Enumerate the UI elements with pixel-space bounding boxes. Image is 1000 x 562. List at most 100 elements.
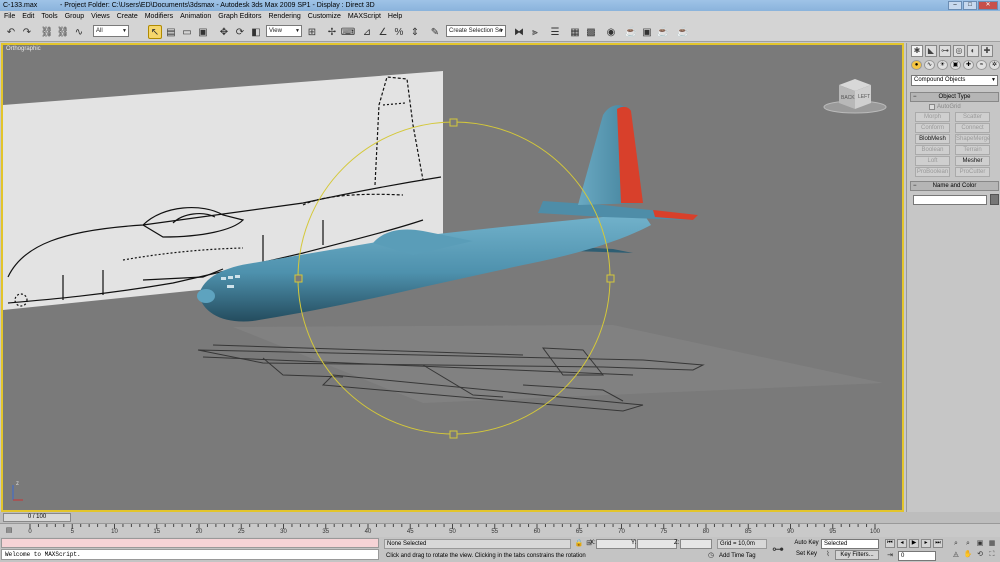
menu-group[interactable]: Group <box>65 11 84 22</box>
viewport-label[interactable]: Orthographic <box>6 46 41 52</box>
autogrid-checkbox[interactable]: AutoGrid <box>929 104 961 110</box>
menu-tools[interactable]: Tools <box>41 11 57 22</box>
bind-to-space-warp-icon[interactable]: ∿ <box>72 25 86 39</box>
modify-tab-icon[interactable]: ◣ <box>925 45 937 57</box>
object-color-swatch[interactable] <box>990 194 999 205</box>
terrain-button[interactable]: Terrain <box>955 145 990 155</box>
menu-edit[interactable]: Edit <box>22 11 34 22</box>
render-setup-icon[interactable]: ☕ <box>624 25 638 39</box>
procutter-button[interactable]: ProCutter <box>955 167 990 177</box>
scatter-button[interactable]: Scatter <box>955 112 990 122</box>
redo-icon[interactable]: ↷ <box>20 25 34 39</box>
edit-named-selection-icon[interactable]: ✎ <box>428 25 442 39</box>
conform-button[interactable]: Conform <box>915 123 950 133</box>
z-coordinate-input[interactable] <box>680 539 712 549</box>
geometry-icon[interactable]: ● <box>911 60 922 70</box>
reference-coordinate-dropdown[interactable]: View ▼ <box>266 25 302 37</box>
play-animation-icon[interactable]: ▶ <box>909 539 919 548</box>
set-keys-icon[interactable]: ⊶ <box>772 542 784 556</box>
select-and-manipulate-icon[interactable]: ✢ <box>325 25 339 39</box>
maximize-button[interactable]: □ <box>963 1 977 10</box>
y-coordinate-input[interactable] <box>637 539 677 549</box>
unlink-icon[interactable]: ⛓ <box>56 25 70 39</box>
maximize-viewport-icon[interactable]: ⛶ <box>987 550 997 559</box>
select-and-scale-icon[interactable]: ◧ <box>249 25 263 39</box>
align-icon[interactable]: ⫸ <box>528 25 542 39</box>
field-of-view-icon[interactable]: ◬ <box>951 550 961 559</box>
menu-animation[interactable]: Animation <box>180 11 211 22</box>
current-frame-input[interactable]: 0 <box>898 551 936 561</box>
hierarchy-tab-icon[interactable]: ⊶ <box>939 45 951 57</box>
set-key-button[interactable]: Set Key <box>793 550 820 560</box>
selection-filter-dropdown[interactable]: All ▼ <box>93 25 129 37</box>
x-coordinate-input[interactable] <box>596 539 636 549</box>
quick-render-icon[interactable]: ☕ <box>656 25 670 39</box>
systems-icon[interactable]: ✲ <box>989 60 1000 70</box>
percent-snap-icon[interactable]: % <box>392 25 406 39</box>
previous-frame-icon[interactable]: ◂ <box>897 539 907 548</box>
select-by-name-icon[interactable]: ▤ <box>164 25 178 39</box>
object-category-dropdown[interactable]: Compound Objects ▼ <box>911 75 998 86</box>
mesher-button[interactable]: Mesher <box>955 156 990 166</box>
motion-tab-icon[interactable]: ◎ <box>953 45 965 57</box>
object-name-input[interactable] <box>913 195 987 205</box>
space-warps-icon[interactable]: ≈ <box>976 60 987 70</box>
menu-maxscript[interactable]: MAXScript <box>348 11 381 22</box>
menu-views[interactable]: Views <box>91 11 110 22</box>
trackbar[interactable]: ▤ 0 5 10 15 20 25 30 35 40 45 50 55 60 65 70 75 80 85 90 95… <box>0 523 1000 537</box>
helpers-icon[interactable]: ✚ <box>963 60 974 70</box>
key-filters-button[interactable]: Key Filters... <box>835 550 879 560</box>
curve-editor-icon[interactable]: ▦ <box>568 25 582 39</box>
menu-graph-editors[interactable]: Graph Editors <box>218 11 261 22</box>
spinner-snap-icon[interactable]: ⇕ <box>408 25 422 39</box>
lock-selection-icon[interactable]: 🔒 <box>574 539 584 548</box>
lights-icon[interactable]: ☀ <box>937 60 948 70</box>
shapemerge-button[interactable]: ShapeMerge <box>955 134 990 144</box>
viewport-orthographic[interactable]: Orthographic z BACK LEFT <box>1 43 904 512</box>
rendered-frame-window-icon[interactable]: ▣ <box>640 25 654 39</box>
cameras-icon[interactable]: ▣ <box>950 60 961 70</box>
connect-button[interactable]: Connect <box>955 123 990 133</box>
shapes-icon[interactable]: ∿ <box>924 60 935 70</box>
object-type-rollout[interactable]: − Object Type <box>910 92 999 102</box>
schematic-view-icon[interactable]: ▩ <box>584 25 598 39</box>
menu-help[interactable]: Help <box>388 11 402 22</box>
menu-create[interactable]: Create <box>117 11 138 22</box>
named-selection-sets-dropdown[interactable]: Create Selection Se ▼ <box>446 25 506 37</box>
go-to-end-icon[interactable]: ⏭ <box>933 539 943 548</box>
keyboard-shortcut-override-icon[interactable]: ⌨ <box>341 25 355 39</box>
go-to-start-icon[interactable]: ⏮ <box>885 539 895 548</box>
close-button[interactable]: ✕ <box>978 1 998 10</box>
time-slider-thumb[interactable]: 0 / 100 <box>3 513 71 522</box>
display-tab-icon[interactable]: ◐ <box>967 45 979 57</box>
minimize-button[interactable]: – <box>948 1 962 10</box>
blobmesh-button[interactable]: BlobMesh <box>915 134 950 144</box>
maxscript-listener-input[interactable] <box>1 538 379 548</box>
menu-rendering[interactable]: Rendering <box>268 11 300 22</box>
morph-button[interactable]: Morph <box>915 112 950 122</box>
next-frame-icon[interactable]: ▸ <box>921 539 931 548</box>
pivot-center-icon[interactable]: ⊞ <box>305 25 319 39</box>
menu-file[interactable]: File <box>4 11 15 22</box>
menu-customize[interactable]: Customize <box>308 11 341 22</box>
pan-view-icon[interactable]: ✋ <box>963 550 973 559</box>
window-crossing-icon[interactable]: ▣ <box>196 25 210 39</box>
add-time-tag[interactable]: Add Time Tag <box>719 551 756 561</box>
default-in-out-tangents-icon[interactable]: ⌇ <box>823 550 833 559</box>
zoom-extents-all-icon[interactable]: ▦ <box>987 539 997 548</box>
boolean-button[interactable]: Boolean <box>915 145 950 155</box>
render-teapot-icon[interactable]: ☕ <box>676 25 690 39</box>
zoom-icon[interactable]: ⌕ <box>951 539 961 548</box>
time-slider[interactable]: 0 / 100 <box>0 512 1000 523</box>
loft-button[interactable]: Loft <box>915 156 950 166</box>
key-mode-dropdown[interactable]: Selected <box>821 539 879 549</box>
select-and-move-icon[interactable]: ✥ <box>217 25 231 39</box>
layer-manager-icon[interactable]: ☰ <box>548 25 562 39</box>
rectangular-selection-icon[interactable]: ▭ <box>180 25 194 39</box>
menu-modifiers[interactable]: Modifiers <box>145 11 173 22</box>
arc-rotate-icon[interactable]: ⟲ <box>975 550 985 559</box>
zoom-all-icon[interactable]: ⌕ <box>963 539 973 548</box>
angle-snap-icon[interactable]: ∠ <box>376 25 390 39</box>
key-mode-toggle-icon[interactable]: ⇥ <box>885 551 895 560</box>
utilities-tab-icon[interactable]: ✚ <box>981 45 993 57</box>
